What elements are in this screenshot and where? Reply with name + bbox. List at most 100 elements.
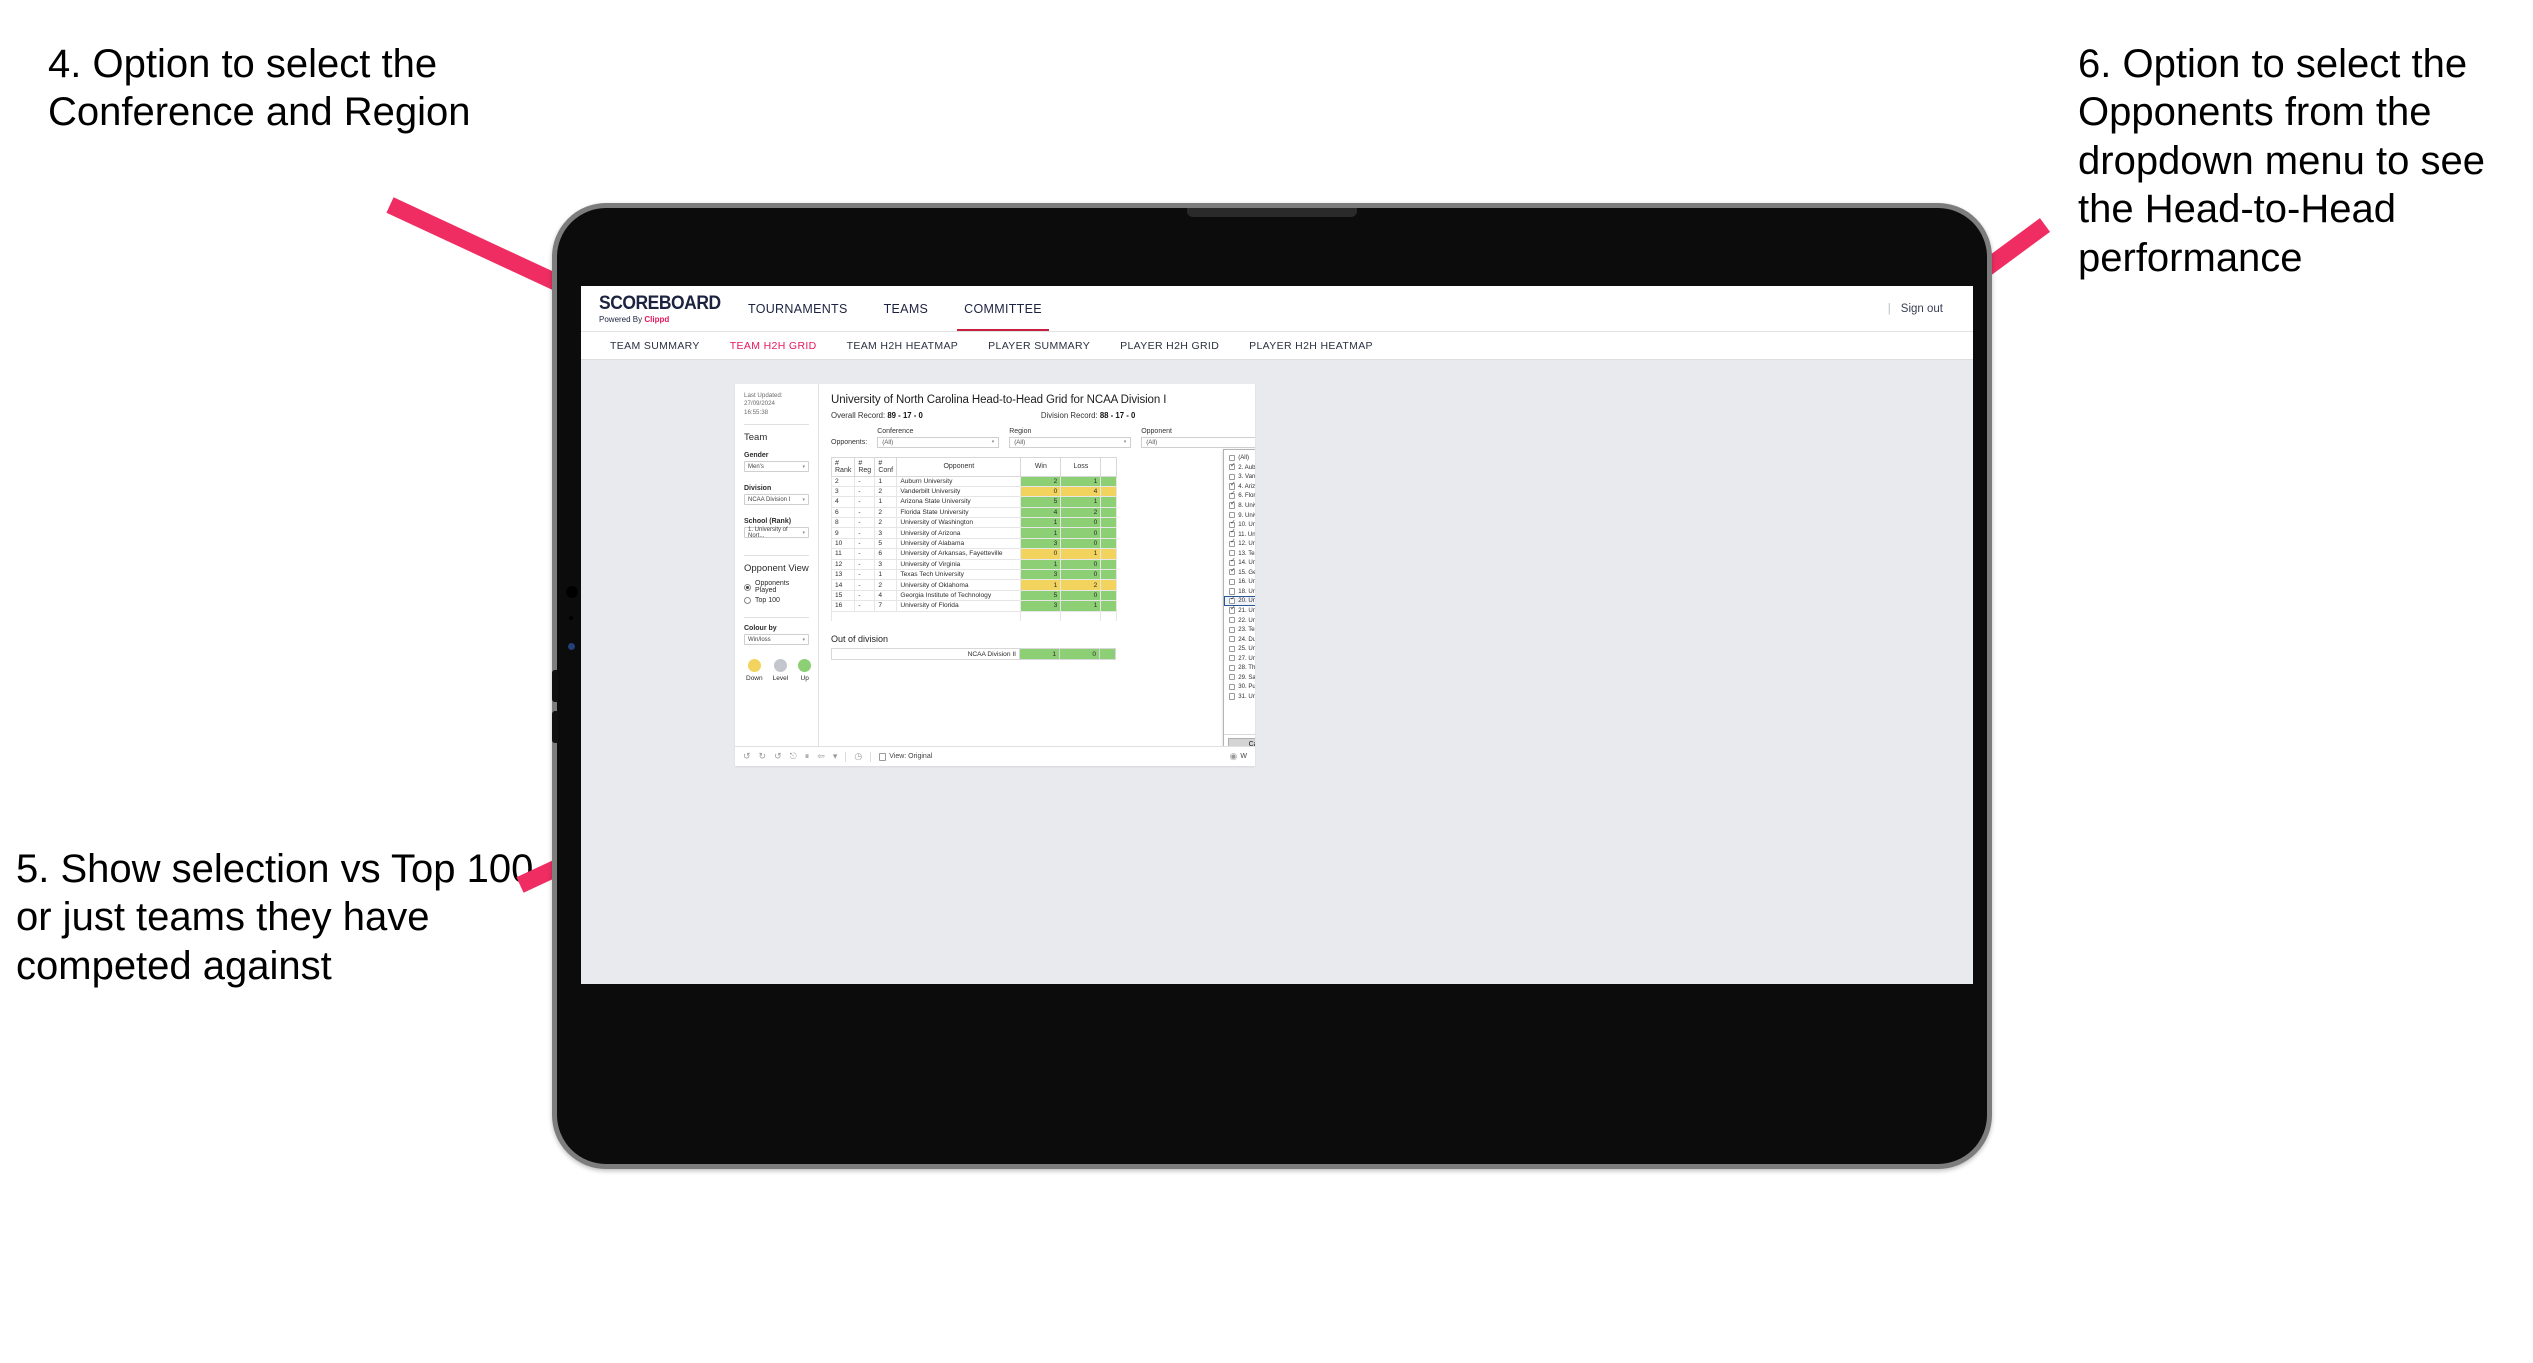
subnav-player-h2h-grid[interactable]: PLAYER H2H GRID [1105,340,1234,352]
checkbox-icon[interactable] [1229,674,1236,681]
out-of-division-row[interactable]: NCAA Division II 1 0 [831,648,1116,661]
alerts-icon[interactable]: ◷ [854,751,862,762]
table-row[interactable]: 6-2 Florida State University 4 2 [830,506,1118,518]
table-row[interactable]: 4-1 Arizona State University 5 1 [830,496,1118,508]
table-row[interactable]: 2-1 Auburn University 2 1 [830,475,1118,487]
opponent-option[interactable]: 22. University of Georgia [1224,615,1255,625]
checkbox-icon[interactable] [1229,626,1236,633]
checkbox-icon[interactable] [1229,529,1236,538]
checkbox-icon[interactable] [1229,645,1236,652]
table-row[interactable]: 10-5 University of Alabama 3 0 [830,537,1118,549]
table-row[interactable]: 15-4 Georgia Institute of Technology 5 0 [830,589,1118,601]
checkbox-icon[interactable] [1229,568,1236,576]
checkbox-icon[interactable] [1229,482,1236,490]
refresh-icon[interactable]: ⎋ [790,751,797,762]
checkbox-icon[interactable] [1229,454,1236,461]
checkbox-icon[interactable] [1229,539,1236,547]
opponent-option[interactable]: 18. University of Illinois [1224,587,1255,597]
checkbox-icon[interactable] [1229,463,1236,471]
opponent-option[interactable]: 16. University of Florida [1224,577,1255,587]
opponent-option[interactable]: 12. University of Virginia [1224,539,1255,549]
table-row[interactable]: 9-3 University of Arizona 1 0 [830,527,1118,539]
table-row[interactable]: 12-3 University of Virginia 1 0 [830,558,1118,570]
table-row[interactable]: 3-2 Vanderbilt University 0 4 [830,485,1118,497]
checkbox-icon[interactable] [1229,693,1236,700]
opponent-option[interactable]: 8. University of Washington [1224,501,1255,511]
region-filter-select[interactable]: (All) ▾ [1009,436,1132,448]
opponent-option[interactable]: 27. University of Notre Dame [1224,653,1255,663]
opponent-option[interactable]: 9. University of Arizona [1224,510,1255,520]
subnav-player-h2h-heatmap[interactable]: PLAYER H2H HEATMAP [1234,340,1388,352]
volume-down-button[interactable] [552,711,558,743]
table-row[interactable]: 16-7 University of Florida 3 1 [830,600,1118,612]
opponent-option[interactable]: 2. Auburn University [1224,463,1255,473]
opponent-option[interactable]: 20. University of Texas [1224,596,1255,606]
radio-opponents-played[interactable]: Opponents Played [744,580,809,594]
cancel-button[interactable]: Cancel [1228,738,1255,746]
eye-icon[interactable]: ◉ [1230,751,1238,762]
nav-item-teams[interactable]: TEAMS [867,286,946,331]
checkbox-icon[interactable] [1229,606,1236,614]
table-row[interactable]: 8-2 University of Washington 1 0 [830,517,1118,528]
gender-select[interactable]: Men's ▾ [744,461,809,473]
checkbox-icon[interactable] [1229,491,1236,500]
opponent-option[interactable]: 29. San Diego State University [1224,673,1255,683]
checkbox-icon[interactable] [1229,558,1236,566]
conference-filter-select[interactable]: (All) ▾ [877,436,1000,448]
volume-up-button[interactable] [552,670,558,702]
sign-out-link[interactable]: Sign out [1901,303,1943,315]
opponent-dropdown-list[interactable]: (All)2. Auburn University 3. Vanderbilt U… [1224,450,1255,734]
opponent-option[interactable]: 13. Texas Tech University [1224,548,1255,558]
school-select[interactable]: 1. University of Nort... ▾ [744,527,809,539]
checkbox-icon[interactable] [1229,664,1236,671]
checkbox-icon[interactable] [1229,616,1236,624]
division-select[interactable]: NCAA Division I ▾ [744,494,809,506]
checkbox-icon[interactable] [1229,636,1236,643]
opponent-option[interactable]: 4. Arizona State University [1224,482,1255,492]
table-row[interactable]: 11-6 University of Arkansas, Fayetteville… [830,548,1118,560]
checkbox-icon[interactable] [1229,588,1236,595]
checkbox-icon[interactable] [1229,550,1236,557]
subnav-team-h2h-grid[interactable]: TEAM H2H GRID [715,340,832,352]
checkbox-icon[interactable] [1229,511,1236,519]
subnav-team-summary[interactable]: TEAM SUMMARY [595,340,715,352]
caret-down-icon[interactable]: ▾ [833,751,838,762]
table-row[interactable]: 14-2 University of Oklahoma 1 2 [830,579,1118,591]
checkbox-icon[interactable] [1229,683,1236,690]
opponent-option[interactable]: 24. Duke University [1224,634,1255,644]
redo-icon[interactable]: ↻ [759,751,767,762]
radio-top-100[interactable]: Top 100 [744,597,809,605]
checkbox-icon[interactable] [1229,520,1236,528]
view-original-button[interactable]: View: Original [879,752,932,761]
app-logo[interactable]: SCOREBOARD Powered By Clippd [581,294,731,324]
opponent-dropdown-panel[interactable]: (All)2. Auburn University 3. Vanderbilt U… [1223,449,1255,746]
opponent-filter-select[interactable]: (All) ▾ [1141,436,1255,448]
opponent-option[interactable]: 25. University of Oregon [1224,644,1255,654]
opponent-option[interactable]: 30. Purdue University [1224,682,1255,692]
colour-by-select[interactable]: Win/loss ▾ [744,634,809,646]
checkbox-icon[interactable] [1229,578,1236,585]
pause-icon[interactable]: ⏸ [805,751,810,762]
checkbox-icon[interactable] [1229,501,1236,509]
opponent-option[interactable]: 15. Georgia Institute of Technology [1224,568,1255,578]
revert-icon[interactable]: ↺ [774,751,782,762]
opponent-option[interactable]: 6. Florida State University [1224,491,1255,501]
opponent-option[interactable]: 14. University of Oklahoma [1224,558,1255,568]
share-icon[interactable]: ⇦ [817,751,825,762]
subnav-team-h2h-heatmap[interactable]: TEAM H2H HEATMAP [832,340,974,352]
checkbox-icon[interactable] [1229,655,1236,662]
nav-item-tournaments[interactable]: TOURNAMENTS [731,286,865,331]
opponent-option[interactable]: (All) [1224,453,1255,463]
table-row[interactable]: 13-1 Texas Tech University 3 0 [830,568,1118,580]
checkbox-icon[interactable] [1229,473,1236,480]
undo-icon[interactable]: ↺ [743,751,751,762]
nav-item-committee[interactable]: COMMITTEE [947,286,1059,331]
opponent-option[interactable]: 31. University of North Florida [1224,692,1255,702]
opponent-option[interactable]: 3. Vanderbilt University [1224,472,1255,482]
checkbox-icon[interactable] [1229,596,1236,605]
opponent-option[interactable]: 28. The Ohio State University [1224,663,1255,673]
opponent-option[interactable]: 21. University of New Mexico [1224,606,1255,616]
opponent-option[interactable]: 11. University of Arkansas, Fayetteville [1224,529,1255,539]
subnav-player-summary[interactable]: PLAYER SUMMARY [973,340,1105,352]
opponent-option[interactable]: 23. Texas A&M University [1224,625,1255,635]
